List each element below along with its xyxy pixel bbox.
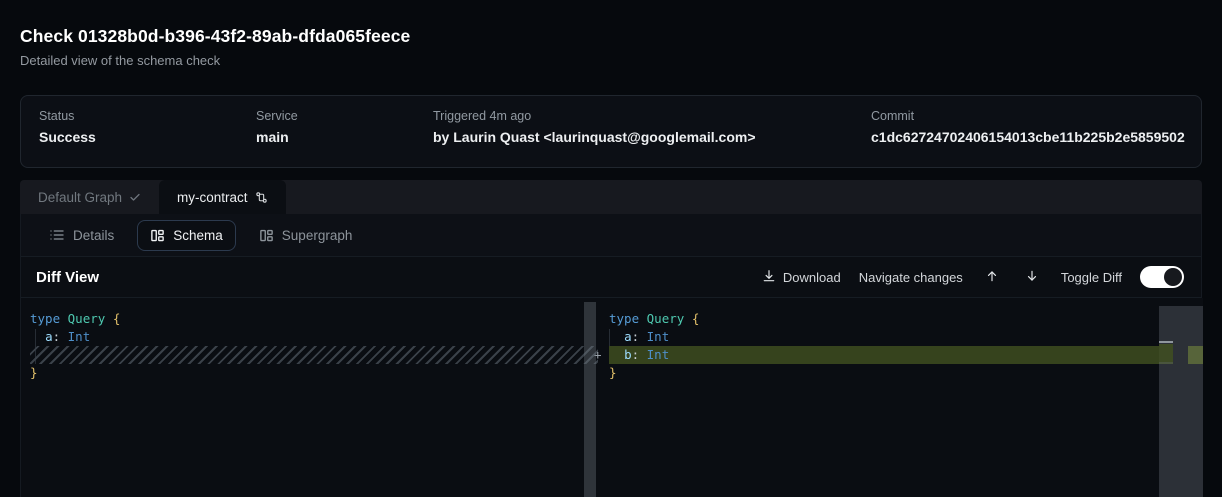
arrow-down-icon [1025, 269, 1039, 286]
tab-my-contract-label: my-contract [177, 190, 248, 205]
tab-supergraph-label: Supergraph [282, 228, 353, 243]
navigate-changes-label: Navigate changes [859, 270, 963, 285]
service-value: main [256, 129, 298, 145]
git-compare-icon [255, 191, 268, 204]
code-line: a: Int [30, 328, 598, 346]
diff-controls: Download Navigate changes Toggle Diff [762, 266, 1184, 288]
diff-filler-line [30, 346, 598, 364]
tab-schema[interactable]: Schema [137, 220, 236, 251]
status-label: Status [39, 109, 96, 123]
diff-pane-after[interactable]: type Query { a: Int b: Int} [603, 310, 1173, 382]
diff-pane-before[interactable]: type Query { a: Int} [30, 310, 598, 382]
left-pane-scrollbar[interactable] [584, 302, 596, 497]
tab-details[interactable]: Details [36, 219, 127, 251]
status-value: Success [39, 129, 96, 145]
download-icon [762, 269, 776, 286]
minimap-scrollbar[interactable] [1159, 306, 1203, 497]
schema-check-page: Check 01328b0d-b396-43f2-89ab-dfda065fee… [0, 0, 1222, 497]
tab-default-graph-label: Default Graph [38, 190, 122, 205]
page-subtitle: Detailed view of the schema check [20, 53, 220, 68]
summary-triggered: Triggered 4m ago by Laurin Quast <laurin… [433, 109, 756, 145]
next-change-button[interactable] [1021, 269, 1043, 286]
view-tabs: Details Schema Supergraph [21, 214, 1201, 256]
commit-value: c1dc62724702406154013cbe11b225b2e5859502 [871, 129, 1185, 145]
commit-label: Commit [871, 109, 1185, 123]
triggered-value: by Laurin Quast <laurinquast@googlemail.… [433, 129, 756, 145]
download-label: Download [783, 270, 841, 285]
diff-header: Diff View Download Navigate changes [21, 256, 1201, 298]
tab-schema-label: Schema [173, 228, 223, 243]
page-title: Check 01328b0d-b396-43f2-89ab-dfda065fee… [20, 26, 410, 47]
tab-supergraph[interactable]: Supergraph [246, 220, 366, 251]
code-line: type Query { [30, 310, 598, 328]
overview-ruler-added-mark [1188, 346, 1203, 364]
minimap-added-mark [1159, 344, 1173, 362]
code-line: } [609, 364, 1173, 382]
toggle-diff-switch[interactable] [1140, 266, 1184, 288]
arrow-up-icon [985, 269, 999, 286]
code-line: } [30, 364, 598, 382]
download-button[interactable]: Download [762, 269, 841, 286]
triggered-label: Triggered 4m ago [433, 109, 756, 123]
code-line: a: Int [609, 328, 1173, 346]
tab-details-label: Details [73, 228, 114, 243]
code-line: type Query { [609, 310, 1173, 328]
summary-commit: Commit c1dc62724702406154013cbe11b225b2e… [871, 109, 1185, 145]
panels-icon [259, 228, 274, 243]
tab-default-graph[interactable]: Default Graph [20, 180, 159, 214]
added-code-line: b: Int [609, 346, 1173, 364]
tab-my-contract[interactable]: my-contract [159, 180, 286, 214]
diff-view-title: Diff View [36, 269, 99, 286]
list-icon [49, 227, 65, 243]
toggle-knob [1164, 268, 1182, 286]
summary-service: Service main [256, 109, 298, 145]
check-summary-card: Status Success Service main Triggered 4m… [20, 95, 1202, 168]
graph-tabbar: Default Graph my-contract [20, 180, 1202, 214]
service-label: Service [256, 109, 298, 123]
minimap-text-mark [1159, 341, 1173, 343]
summary-status: Status Success [39, 109, 96, 145]
panels-icon [150, 228, 165, 243]
check-detail-card: Details Schema Supergraph Diff View [20, 214, 1202, 497]
previous-change-button[interactable] [981, 269, 1003, 286]
check-icon [129, 191, 141, 203]
schema-diff-editor: type Query { a: Int} type Query { a: Int… [21, 298, 1203, 497]
toggle-diff-label: Toggle Diff [1061, 270, 1122, 285]
